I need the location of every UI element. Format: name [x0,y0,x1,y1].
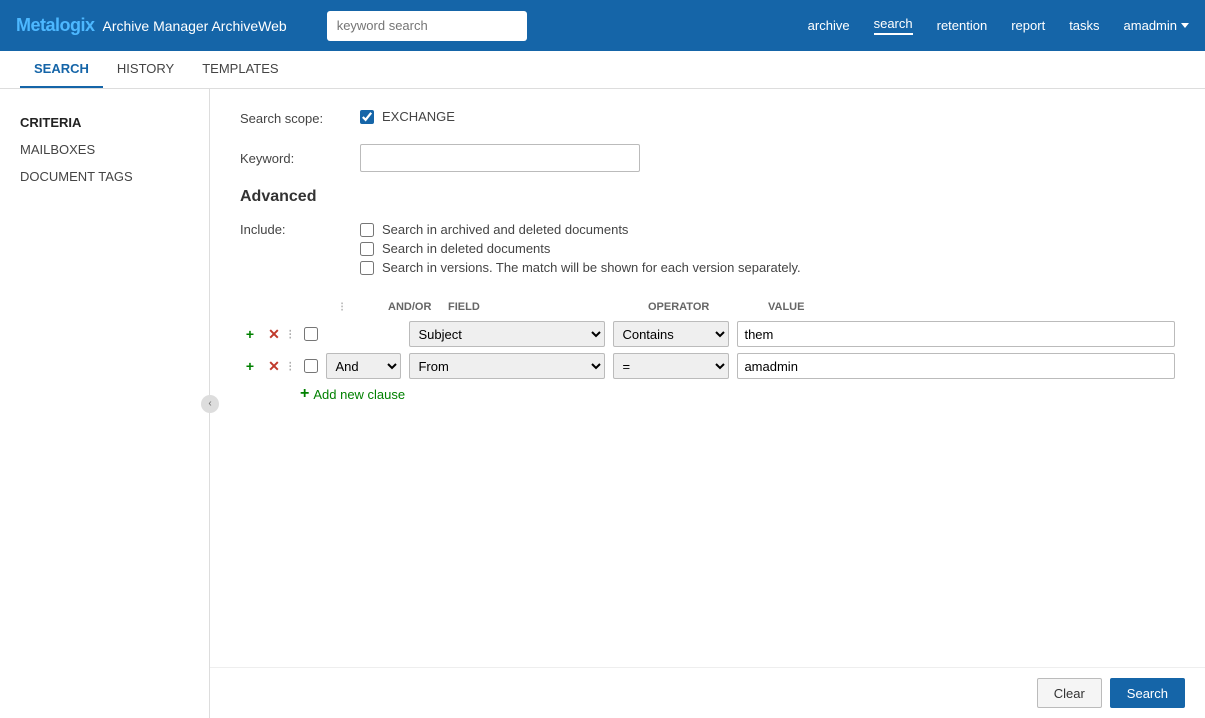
include-label: Include: [240,222,360,237]
add-clause-label: Add new clause [313,387,405,402]
include-versions-label: Search in versions. The match will be sh… [382,260,801,275]
keyword-label: Keyword: [240,151,360,166]
col-header-field: FIELD [444,301,644,313]
clause-checkbox-2[interactable] [304,359,318,373]
clause-add-button-1[interactable]: + [240,324,260,344]
tab-templates[interactable]: TEMPLATES [188,51,292,88]
chevron-down-icon [1181,23,1189,28]
col-header-value: VALUE [764,301,1175,313]
sidebar-item-document-tags[interactable]: DOCUMENT TAGS [0,163,209,190]
keyword-row: Keyword: [240,144,1175,172]
content-area: Search scope: EXCHANGE Keyword: Advanced… [210,89,1205,718]
tab-history[interactable]: HISTORY [103,51,188,88]
nav-report[interactable]: report [1011,18,1045,33]
clause-value-input-1[interactable] [737,321,1175,347]
drag-handle-icon-2: ⁝ [288,358,292,375]
clause-add-button-2[interactable]: + [240,356,260,376]
exchange-checkbox[interactable] [360,110,374,124]
nav-amadmin-label: amadmin [1124,18,1177,33]
footer-bar: Clear Search [210,667,1205,718]
sidebar: ‹ CRITERIA MAILBOXES DOCUMENT TAGS [0,89,210,718]
col-header-andor: AND/OR [364,301,444,313]
clause-operator-select-2[interactable]: = != Contains Does not contain [613,353,729,379]
clause-field-select-1[interactable]: Subject From To Date Size Attachment [409,321,605,347]
clause-header: ⁝ AND/OR FIELD OPERATOR VALUE [240,299,1175,315]
sidebar-item-criteria[interactable]: CRITERIA [0,109,209,136]
drag-handle-icon-1: ⁝ [288,326,292,343]
clause-operator-select-1[interactable]: Contains Does not contain = != Starts wi… [613,321,729,347]
keyword-search-input[interactable] [327,11,527,41]
brand-title: Archive Manager ArchiveWeb [103,18,287,34]
nav-archive[interactable]: archive [808,18,850,33]
clause-field-select-2[interactable]: Subject From To Date Size Attachment [409,353,605,379]
search-scope-label: Search scope: [240,111,360,126]
add-clause-link[interactable]: + Add new clause [300,385,1175,403]
search-button[interactable]: Search [1110,678,1185,708]
sidebar-item-mailboxes[interactable]: MAILBOXES [0,136,209,163]
main-nav: archive search retention report tasks am… [808,16,1189,35]
brand: Metalogix Archive Manager ArchiveWeb [16,15,287,36]
search-scope-row: Search scope: EXCHANGE [240,109,1175,128]
search-scope-field: EXCHANGE [360,109,1175,128]
brand-logo-text: Metalogix [16,15,95,35]
include-archived-deleted-label: Search in archived and deleted documents [382,222,628,237]
clause-value-input-2[interactable] [737,353,1175,379]
brand-logo: Metalogix [16,15,95,36]
app-header: Metalogix Archive Manager ArchiveWeb arc… [0,0,1205,51]
nav-tasks[interactable]: tasks [1069,18,1099,33]
tabs-bar: SEARCH HISTORY TEMPLATES [0,51,1205,89]
keyword-input[interactable] [360,144,640,172]
clause-remove-button-1[interactable]: ✕ [264,324,284,344]
advanced-title: Advanced [240,188,1175,206]
include-archived-deleted-row: Search in archived and deleted documents [360,222,1175,237]
clear-button[interactable]: Clear [1037,678,1102,708]
nav-amadmin[interactable]: amadmin [1124,18,1189,33]
include-versions-checkbox[interactable] [360,261,374,275]
col-header-operator: OPERATOR [644,301,764,313]
clause-andor-select-2[interactable]: And Or [326,353,401,379]
global-search[interactable] [327,11,527,41]
clause-row-1: + ✕ ⁝ Subject From To Date Size Attachme… [240,321,1175,347]
nav-retention[interactable]: retention [937,18,988,33]
clause-checkbox-1[interactable] [304,327,318,341]
clause-area: ⁝ AND/OR FIELD OPERATOR VALUE + ✕ ⁝ Subj… [240,299,1175,403]
exchange-check-row: EXCHANGE [360,109,1175,124]
main-layout: ‹ CRITERIA MAILBOXES DOCUMENT TAGS Searc… [0,89,1205,718]
keyword-field [360,144,1175,172]
include-deleted-label: Search in deleted documents [382,241,550,256]
sidebar-collapse-button[interactable]: ‹ [201,395,219,413]
include-archived-deleted-checkbox[interactable] [360,223,374,237]
include-deleted-checkbox[interactable] [360,242,374,256]
include-versions-row: Search in versions. The match will be sh… [360,260,1175,275]
include-row: Include: Search in archived and deleted … [240,222,1175,279]
drag-handle-header-icon: ⁝ [340,299,344,314]
add-clause-plus-icon: + [300,385,309,403]
clause-row-2: + ✕ ⁝ And Or Subject From To Date Size A… [240,353,1175,379]
nav-search[interactable]: search [874,16,913,35]
tab-search[interactable]: SEARCH [20,51,103,88]
exchange-label: EXCHANGE [382,109,455,124]
clause-remove-button-2[interactable]: ✕ [264,356,284,376]
include-field: Search in archived and deleted documents… [360,222,1175,279]
include-deleted-row: Search in deleted documents [360,241,1175,256]
